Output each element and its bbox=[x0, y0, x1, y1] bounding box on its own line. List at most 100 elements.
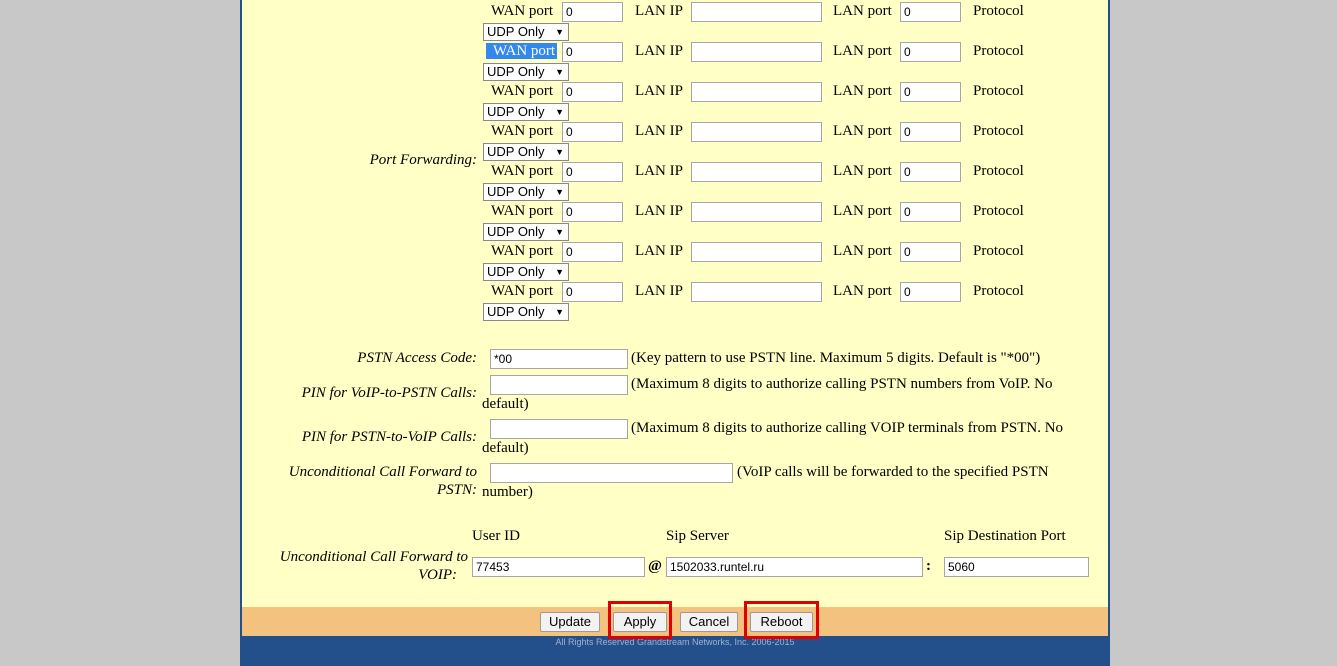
forward-to-pstn-hint-cont: number) bbox=[482, 484, 533, 500]
dropdown-arrow-icon: ▼ bbox=[555, 267, 564, 277]
protocol-selected-value: UDP Only bbox=[487, 264, 545, 279]
protocol-select[interactable]: UDP Only ▼ bbox=[483, 63, 569, 81]
pin-pstn-to-voip-input[interactable] bbox=[490, 419, 628, 439]
protocol-select[interactable]: UDP Only ▼ bbox=[483, 23, 569, 41]
lan-port-input[interactable] bbox=[900, 282, 961, 302]
lan-ip-input[interactable] bbox=[691, 162, 822, 182]
protocol-label: Protocol bbox=[973, 3, 1024, 19]
protocol-select[interactable]: UDP Only ▼ bbox=[483, 103, 569, 121]
lan-ip-label: LAN IP bbox=[635, 243, 683, 259]
lan-port-label: LAN port bbox=[833, 83, 892, 99]
forward-user-id-input[interactable] bbox=[472, 557, 645, 577]
lan-ip-label: LAN IP bbox=[635, 203, 683, 219]
forward-sip-port-input[interactable] bbox=[944, 557, 1089, 577]
wan-port-label: WAN port bbox=[491, 3, 554, 19]
lan-ip-input[interactable] bbox=[691, 122, 822, 142]
forward-to-pstn-label-cont: PSTN: bbox=[436, 482, 477, 498]
protocol-selected-value: UDP Only bbox=[487, 104, 545, 119]
wan-port-input[interactable] bbox=[562, 282, 623, 302]
lan-port-input[interactable] bbox=[900, 162, 961, 182]
port-forwarding-label: Port Forwarding: bbox=[369, 152, 477, 168]
lan-ip-input[interactable] bbox=[691, 82, 822, 102]
lan-port-label: LAN port bbox=[833, 243, 892, 259]
lan-ip-label: LAN IP bbox=[635, 3, 683, 19]
protocol-select[interactable]: UDP Only ▼ bbox=[483, 183, 569, 201]
wan-port-input[interactable] bbox=[562, 242, 623, 262]
protocol-selected-value: UDP Only bbox=[487, 304, 545, 319]
reboot-button[interactable]: Reboot bbox=[750, 612, 813, 632]
protocol-select[interactable]: UDP Only ▼ bbox=[483, 263, 569, 281]
lan-port-label: LAN port bbox=[833, 283, 892, 299]
pin-voip-to-pstn-label: PIN for VoIP-to-PSTN Calls: bbox=[301, 385, 477, 401]
wan-port-input[interactable] bbox=[562, 42, 623, 62]
lan-ip-label: LAN IP bbox=[635, 163, 683, 179]
protocol-select[interactable]: UDP Only ▼ bbox=[483, 303, 569, 321]
wan-port-input[interactable] bbox=[562, 122, 623, 142]
dropdown-arrow-icon: ▼ bbox=[555, 187, 564, 197]
lan-port-input[interactable] bbox=[900, 2, 961, 22]
settings-panel: Port Forwarding: WAN port LAN IP LAN port P… bbox=[240, 0, 1110, 666]
protocol-label: Protocol bbox=[973, 163, 1024, 179]
colon-separator: : bbox=[926, 558, 931, 574]
wan-port-input[interactable] bbox=[562, 2, 623, 22]
forward-to-voip-label: Unconditional Call Forward to bbox=[279, 549, 468, 565]
cancel-button[interactable]: Cancel bbox=[680, 612, 738, 632]
update-button[interactable]: Update bbox=[540, 612, 600, 632]
forward-to-pstn-input[interactable] bbox=[490, 463, 733, 483]
forward-sip-server-input[interactable] bbox=[666, 557, 923, 577]
lan-port-input[interactable] bbox=[900, 202, 961, 222]
wan-port-label: WAN port bbox=[491, 243, 554, 259]
lan-port-label: LAN port bbox=[833, 3, 892, 19]
wan-port-label: WAN port bbox=[491, 283, 554, 299]
protocol-label: Protocol bbox=[973, 123, 1024, 139]
pstn-access-code-label: PSTN Access Code: bbox=[357, 350, 477, 366]
forward-to-voip-label-cont: VOIP: bbox=[418, 567, 457, 583]
wan-port-label: WAN port bbox=[491, 203, 554, 219]
lan-port-input[interactable] bbox=[900, 42, 961, 62]
dropdown-arrow-icon: ▼ bbox=[555, 67, 564, 77]
copyright-bar: All Rights Reserved Grandstream Networks… bbox=[242, 636, 1108, 666]
dropdown-arrow-icon: ▼ bbox=[555, 227, 564, 237]
lan-port-input[interactable] bbox=[900, 242, 961, 262]
wan-port-input[interactable] bbox=[562, 202, 623, 222]
pin-pstn-to-voip-hint-cont: default) bbox=[482, 440, 529, 456]
lan-ip-input[interactable] bbox=[691, 282, 822, 302]
pstn-access-code-hint: (Key pattern to use PSTN line. Maximum 5… bbox=[631, 350, 1041, 366]
pin-voip-to-pstn-hint: (Maximum 8 digits to authorize calling P… bbox=[631, 376, 1053, 392]
lan-port-label: LAN port bbox=[833, 203, 892, 219]
dropdown-arrow-icon: ▼ bbox=[555, 27, 564, 37]
wan-port-input[interactable] bbox=[562, 82, 623, 102]
dropdown-arrow-icon: ▼ bbox=[555, 147, 564, 157]
protocol-select[interactable]: UDP Only ▼ bbox=[483, 223, 569, 241]
lan-ip-label: LAN IP bbox=[635, 83, 683, 99]
protocol-select[interactable]: UDP Only ▼ bbox=[483, 143, 569, 161]
protocol-selected-value: UDP Only bbox=[487, 184, 545, 199]
lan-ip-label: LAN IP bbox=[635, 283, 683, 299]
protocol-label: Protocol bbox=[973, 43, 1024, 59]
lan-ip-input[interactable] bbox=[691, 42, 822, 62]
apply-button[interactable]: Apply bbox=[613, 612, 667, 632]
lan-port-input[interactable] bbox=[900, 122, 961, 142]
at-sign: @ bbox=[648, 558, 662, 574]
lan-port-label: LAN port bbox=[833, 43, 892, 59]
pstn-access-code-input[interactable] bbox=[490, 349, 628, 369]
protocol-label: Protocol bbox=[973, 83, 1024, 99]
protocol-selected-value: UDP Only bbox=[487, 24, 545, 39]
wan-port-label: WAN port bbox=[491, 123, 554, 139]
dropdown-arrow-icon: ▼ bbox=[555, 107, 564, 117]
pin-voip-to-pstn-input[interactable] bbox=[490, 375, 628, 395]
wan-port-input[interactable] bbox=[562, 162, 623, 182]
lan-ip-input[interactable] bbox=[691, 242, 822, 262]
lan-ip-input[interactable] bbox=[691, 202, 822, 222]
lan-ip-label: LAN IP bbox=[635, 43, 683, 59]
user-id-header: User ID bbox=[472, 528, 520, 544]
protocol-selected-value: UDP Only bbox=[487, 144, 545, 159]
lan-port-label: LAN port bbox=[833, 123, 892, 139]
lan-ip-input[interactable] bbox=[691, 2, 822, 22]
pin-pstn-to-voip-hint: (Maximum 8 digits to authorize calling V… bbox=[631, 420, 1064, 436]
lan-ip-label: LAN IP bbox=[635, 123, 683, 139]
forward-to-pstn-hint: (VoIP calls will be forwarded to the spe… bbox=[737, 464, 1049, 480]
wan-port-label: WAN port bbox=[486, 43, 558, 60]
pin-voip-to-pstn-hint-cont: default) bbox=[482, 396, 529, 412]
lan-port-input[interactable] bbox=[900, 82, 961, 102]
